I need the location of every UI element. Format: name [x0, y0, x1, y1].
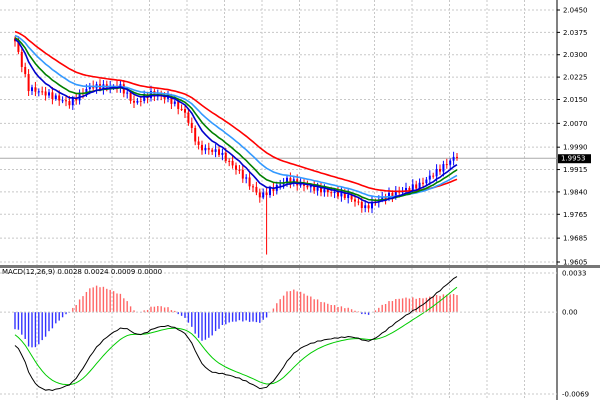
price-axis-label: 2.0450 — [563, 7, 588, 15]
bear-candle — [422, 182, 424, 184]
bear-candle — [238, 169, 241, 171]
bull-candle — [48, 92, 50, 96]
bear-candle — [68, 101, 71, 106]
bear-candle — [432, 175, 435, 177]
bull-candle — [221, 152, 224, 155]
bear-candle — [439, 168, 441, 172]
bear-candle — [248, 177, 251, 187]
bear-candle — [44, 91, 47, 96]
price-axis-label: 2.0300 — [563, 51, 588, 59]
bull-candle — [269, 187, 271, 196]
bear-candle — [258, 192, 261, 198]
bear-candle — [330, 192, 333, 194]
bear-candle — [228, 160, 231, 162]
bear-candle — [58, 95, 61, 101]
bull-candle — [452, 156, 455, 161]
bull-candle — [54, 95, 57, 99]
bull-candle — [323, 189, 326, 193]
bull-candle — [61, 100, 64, 102]
bear-candle — [34, 87, 37, 92]
moving-average-8 — [14, 38, 458, 204]
bull-candle — [262, 192, 265, 198]
bear-candle — [133, 100, 135, 103]
bull-candle — [411, 184, 414, 191]
bear-candle — [367, 205, 370, 209]
price-axis-label: 1.9685 — [563, 235, 588, 243]
bull-candle — [126, 92, 129, 94]
bear-candle — [129, 92, 132, 101]
bull-candle — [279, 184, 282, 186]
bear-candle — [197, 141, 200, 145]
bear-candle — [445, 164, 448, 166]
price-axis-label: 2.0150 — [563, 96, 588, 104]
macd-axis-label: 0.0033 — [562, 270, 587, 278]
bear-candle — [306, 185, 309, 188]
macd-axis-label: 0.00 — [562, 309, 578, 317]
bear-candle — [139, 100, 142, 102]
bear-candle — [41, 91, 44, 93]
chart-canvas[interactable]: 2.0450 2.0375 2.0300 2.0225 2.0150 2.0070 1.99… — [0, 0, 600, 400]
bull-candle — [364, 205, 367, 209]
moving-average-13 — [14, 37, 458, 202]
bull-candle — [37, 91, 40, 93]
price-axis-label: 1.9990 — [563, 144, 588, 152]
bear-candle — [51, 92, 54, 99]
bull-candle — [204, 148, 207, 151]
bull-candle — [245, 177, 248, 179]
bear-candle — [235, 165, 237, 170]
price-axis-label: 2.0070 — [563, 120, 588, 128]
bull-candle — [333, 191, 336, 194]
bear-candle — [20, 51, 23, 67]
bear-candle — [207, 148, 210, 150]
bear-candle — [252, 186, 254, 188]
bull-candle — [31, 87, 33, 92]
price-axis-label: 1.9765 — [563, 211, 588, 219]
bull-candle — [435, 168, 438, 177]
bear-candle — [265, 192, 268, 196]
bear-candle — [184, 109, 186, 113]
bear-candle — [360, 201, 363, 209]
macd-axis-label: -0.0069 — [562, 391, 589, 399]
bear-candle — [218, 149, 220, 155]
macd-title: MACD(12,26,9) 0.0028 0.0024 0.0009 0.000… — [2, 268, 163, 276]
price-axis-label: 2.0375 — [563, 29, 588, 37]
bear-candle — [187, 112, 190, 123]
bear-candle — [415, 184, 418, 189]
price-axis-label: 2.0225 — [563, 74, 588, 82]
bear-candle — [201, 144, 203, 151]
bull-candle — [173, 101, 176, 104]
bear-candle — [177, 101, 180, 109]
bear-candle — [65, 100, 67, 102]
price-axis-label: 1.9840 — [563, 188, 588, 196]
bear-candle — [357, 201, 360, 203]
bear-candle — [190, 122, 193, 128]
bear-candle — [255, 186, 258, 193]
bear-candle — [231, 160, 234, 166]
bear-candle — [194, 127, 197, 142]
current-price-label: 1.9953 — [561, 155, 586, 163]
chart-window[interactable]: 2.0450 2.0375 2.0300 2.0225 2.0150 2.0070 1.99… — [0, 0, 600, 400]
bull-candle — [347, 194, 350, 199]
bear-candle — [24, 66, 27, 75]
bear-candle — [456, 156, 458, 158]
bull-candle — [71, 98, 74, 106]
bear-candle — [180, 108, 183, 110]
bear-candle — [211, 149, 214, 152]
bear-candle — [224, 152, 227, 161]
bull-candle — [136, 100, 139, 103]
bull-candle — [442, 164, 445, 172]
bull-candle — [405, 188, 407, 191]
bear-candle — [408, 188, 411, 191]
bear-candle — [354, 199, 356, 202]
bull-candle — [449, 160, 452, 165]
bull-candle — [425, 179, 428, 184]
bear-candle — [241, 169, 244, 179]
price-axis-label: 1.9915 — [563, 166, 588, 174]
bull-candle — [428, 175, 431, 180]
bull-candle — [214, 149, 217, 152]
bear-candle — [27, 74, 30, 92]
